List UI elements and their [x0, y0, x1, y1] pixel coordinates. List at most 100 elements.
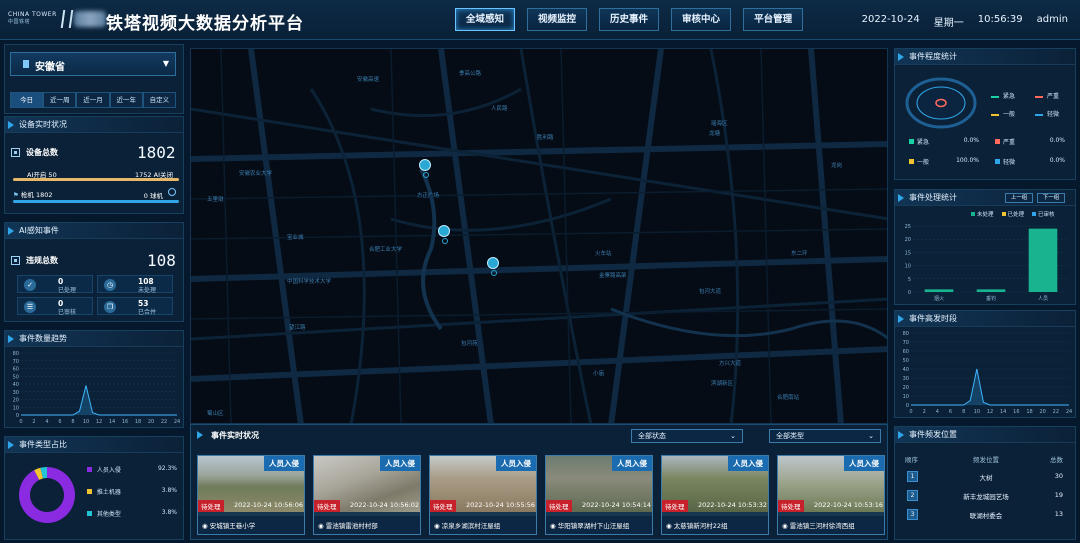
check-icon: ✓: [24, 279, 36, 291]
nav-history-events[interactable]: 历史事件: [599, 8, 660, 31]
map-label: 小庙: [593, 371, 605, 377]
device-total-value: 1802: [137, 143, 176, 162]
row-total: 30: [1054, 472, 1063, 480]
type-legend: 人员入侵 92.3% 推土机器 3.8% 其他类型 3.8%: [87, 465, 179, 531]
map-label: 五里墩: [207, 197, 224, 203]
x-tick-label: 12: [987, 409, 993, 415]
type-filter[interactable]: 全部类型 ⌄: [769, 429, 881, 443]
row-location: 联湖村委会: [969, 512, 1003, 520]
y-tick-label: 20: [13, 398, 19, 404]
province-name: 安徽省: [35, 62, 65, 73]
prev-group-button[interactable]: 上一组: [1005, 193, 1033, 203]
type-value: 3.8%: [161, 509, 177, 516]
table-header: 顺序 频发位置 总数: [899, 451, 1073, 466]
y-tick-label: 30: [903, 376, 909, 382]
nav-video-monitor[interactable]: 视频监控: [527, 8, 588, 31]
logo: CHINA TOWER 中国铁塔: [8, 11, 57, 25]
range-year[interactable]: 近一年: [109, 92, 143, 108]
event-card[interactable]: 人员入侵 待处理 2022-10-24 10:53:16 ◉ 雷池镇三河村徐湾西…: [777, 455, 885, 535]
event-card[interactable]: 人员入侵 待处理 2022-10-24 10:53:32 ◉ 太慈镇新河村22组: [661, 455, 769, 535]
event-pin[interactable]: [487, 257, 499, 276]
event-card[interactable]: 人员入侵 待处理 2022-10-24 10:56:02 ◉ 雷池镇雷池村村部: [313, 455, 421, 535]
event-location-text: 太慈镇新河村22组: [673, 522, 728, 530]
event-pin[interactable]: [438, 225, 450, 244]
next-group-button[interactable]: 下一组: [1037, 193, 1065, 203]
y-tick-label: 20: [905, 237, 911, 243]
map-label: 包河大道: [699, 289, 722, 295]
redacted-region: [74, 11, 106, 27]
level-radar-icon: [905, 77, 977, 129]
range-custom[interactable]: 自定义: [142, 92, 177, 108]
chevron-down-icon: ⌄: [730, 432, 736, 440]
status-filter-value: 全部状态: [638, 432, 666, 440]
series-line: [911, 368, 1069, 406]
x-tick-label: 人员: [1038, 296, 1048, 302]
legend-swatch: [87, 489, 92, 494]
level-legend-item: 一般: [991, 109, 1015, 118]
gun-count: 枪机 1802: [20, 191, 53, 199]
map-label: 龙塘: [709, 131, 721, 137]
type-share-title: 事件类型占比: [5, 437, 183, 453]
x-tick-label: 16: [122, 419, 128, 425]
location-pin-icon: ◉: [318, 522, 326, 530]
legend-swatch: [1035, 113, 1043, 116]
y-tick-label: 60: [13, 367, 19, 373]
event-location-text: 华阳镇翠湖村下山汪屋组: [557, 522, 630, 530]
nav-review-center[interactable]: 审核中心: [671, 8, 732, 31]
device-total-row: 设备总数: [11, 147, 58, 158]
province-select[interactable]: 安徽省 ▼: [10, 52, 176, 76]
row-location: 新丰龙城园艺场: [963, 493, 1009, 501]
event-status-badge: 待处理: [778, 500, 804, 512]
event-location: ◉ 雷池镇三河村徐湾西组: [778, 516, 884, 534]
stat-unhandled: ◷ 108 未处理: [97, 275, 173, 294]
level-pct-value: 0.0%: [1049, 137, 1065, 144]
type-value: 92.3%: [157, 465, 177, 472]
level-pct-item: 轻微 0.0%: [995, 157, 1065, 166]
user-name[interactable]: admin: [1037, 14, 1068, 29]
gun-row: ⚑ 枪机 1802: [13, 189, 53, 199]
event-card[interactable]: 人员入侵 待处理 2022-10-24 10:55:56 ◉ 凉泉乡湖滨村汪屋组: [429, 455, 537, 535]
event-card[interactable]: 人员入侵 待处理 2022-10-24 10:56:06 ◉ 安城镇王巷小学: [197, 455, 305, 535]
nav-platform-admin[interactable]: 平台管理: [743, 8, 804, 31]
event-type-tag: 人员入侵: [380, 456, 420, 471]
legend-swatch: [991, 95, 999, 98]
level-pct-item: 紧急 0.0%: [909, 137, 979, 146]
event-pin[interactable]: [419, 159, 431, 178]
table-row[interactable]: 3 联湖村委会 13: [899, 507, 1073, 522]
level-pct-item: 一般 100.0%: [909, 157, 979, 166]
trend-chart: 807060504030201000 2 4 6 8 10 12 14 16 18 20 22 24: [13, 351, 181, 425]
type-label: 推土机器: [96, 489, 121, 496]
legend-label: 已处理: [1007, 212, 1025, 218]
row-location: 大树: [979, 474, 993, 482]
nav-global-perception[interactable]: 全域感知: [455, 8, 516, 31]
type-donut-chart: [19, 467, 76, 523]
map-label: 季高公路: [459, 71, 482, 77]
event-status-badge: 待处理: [430, 500, 456, 512]
x-tick-label: 4: [936, 409, 939, 415]
level-pct-value: 0.0%: [963, 137, 979, 144]
range-week[interactable]: 近一周: [43, 92, 77, 108]
y-tick-label: 50: [13, 374, 19, 380]
camera-icon: ⚑: [13, 191, 19, 199]
event-location-text: 雷池镇三河村徐湾西组: [789, 522, 855, 530]
map-label: 包河苑: [461, 341, 478, 347]
map-label: 宝业城: [287, 235, 304, 241]
range-today[interactable]: 今日: [10, 92, 44, 108]
handling-bar-chart: 25 20 15 10 5 0 烟火 垂钓 人员: [905, 224, 1069, 302]
event-card[interactable]: 人员入侵 待处理 2022-10-24 10:54:14 ◉ 华阳镇翠湖村下山汪…: [545, 455, 653, 535]
reviewed-label: 已审核: [58, 309, 77, 316]
city-map[interactable]: 安徽高速 季高公路 人民路 方正广场 安徽农业大学 五里墩 合肥工业大学 宝业城…: [190, 48, 888, 424]
x-tick-label: 20: [148, 419, 154, 425]
level-pct-label: 轻微: [1003, 159, 1016, 166]
range-month[interactable]: 近一月: [76, 92, 110, 108]
violation-total-value: 108: [147, 251, 176, 270]
status-filter[interactable]: 全部状态 ⌄: [631, 429, 743, 443]
table-row[interactable]: 1 大树 30: [899, 469, 1073, 484]
x-tick-label: 2: [32, 419, 35, 425]
alert-icon: [11, 256, 20, 265]
x-tick-label: 8: [71, 419, 74, 425]
event-type-tag: 人员入侵: [496, 456, 536, 471]
chevron-down-icon: ⌄: [868, 432, 874, 440]
merged-label: 已合并: [138, 309, 157, 316]
table-row[interactable]: 2 新丰龙城园艺场 19: [899, 488, 1073, 503]
